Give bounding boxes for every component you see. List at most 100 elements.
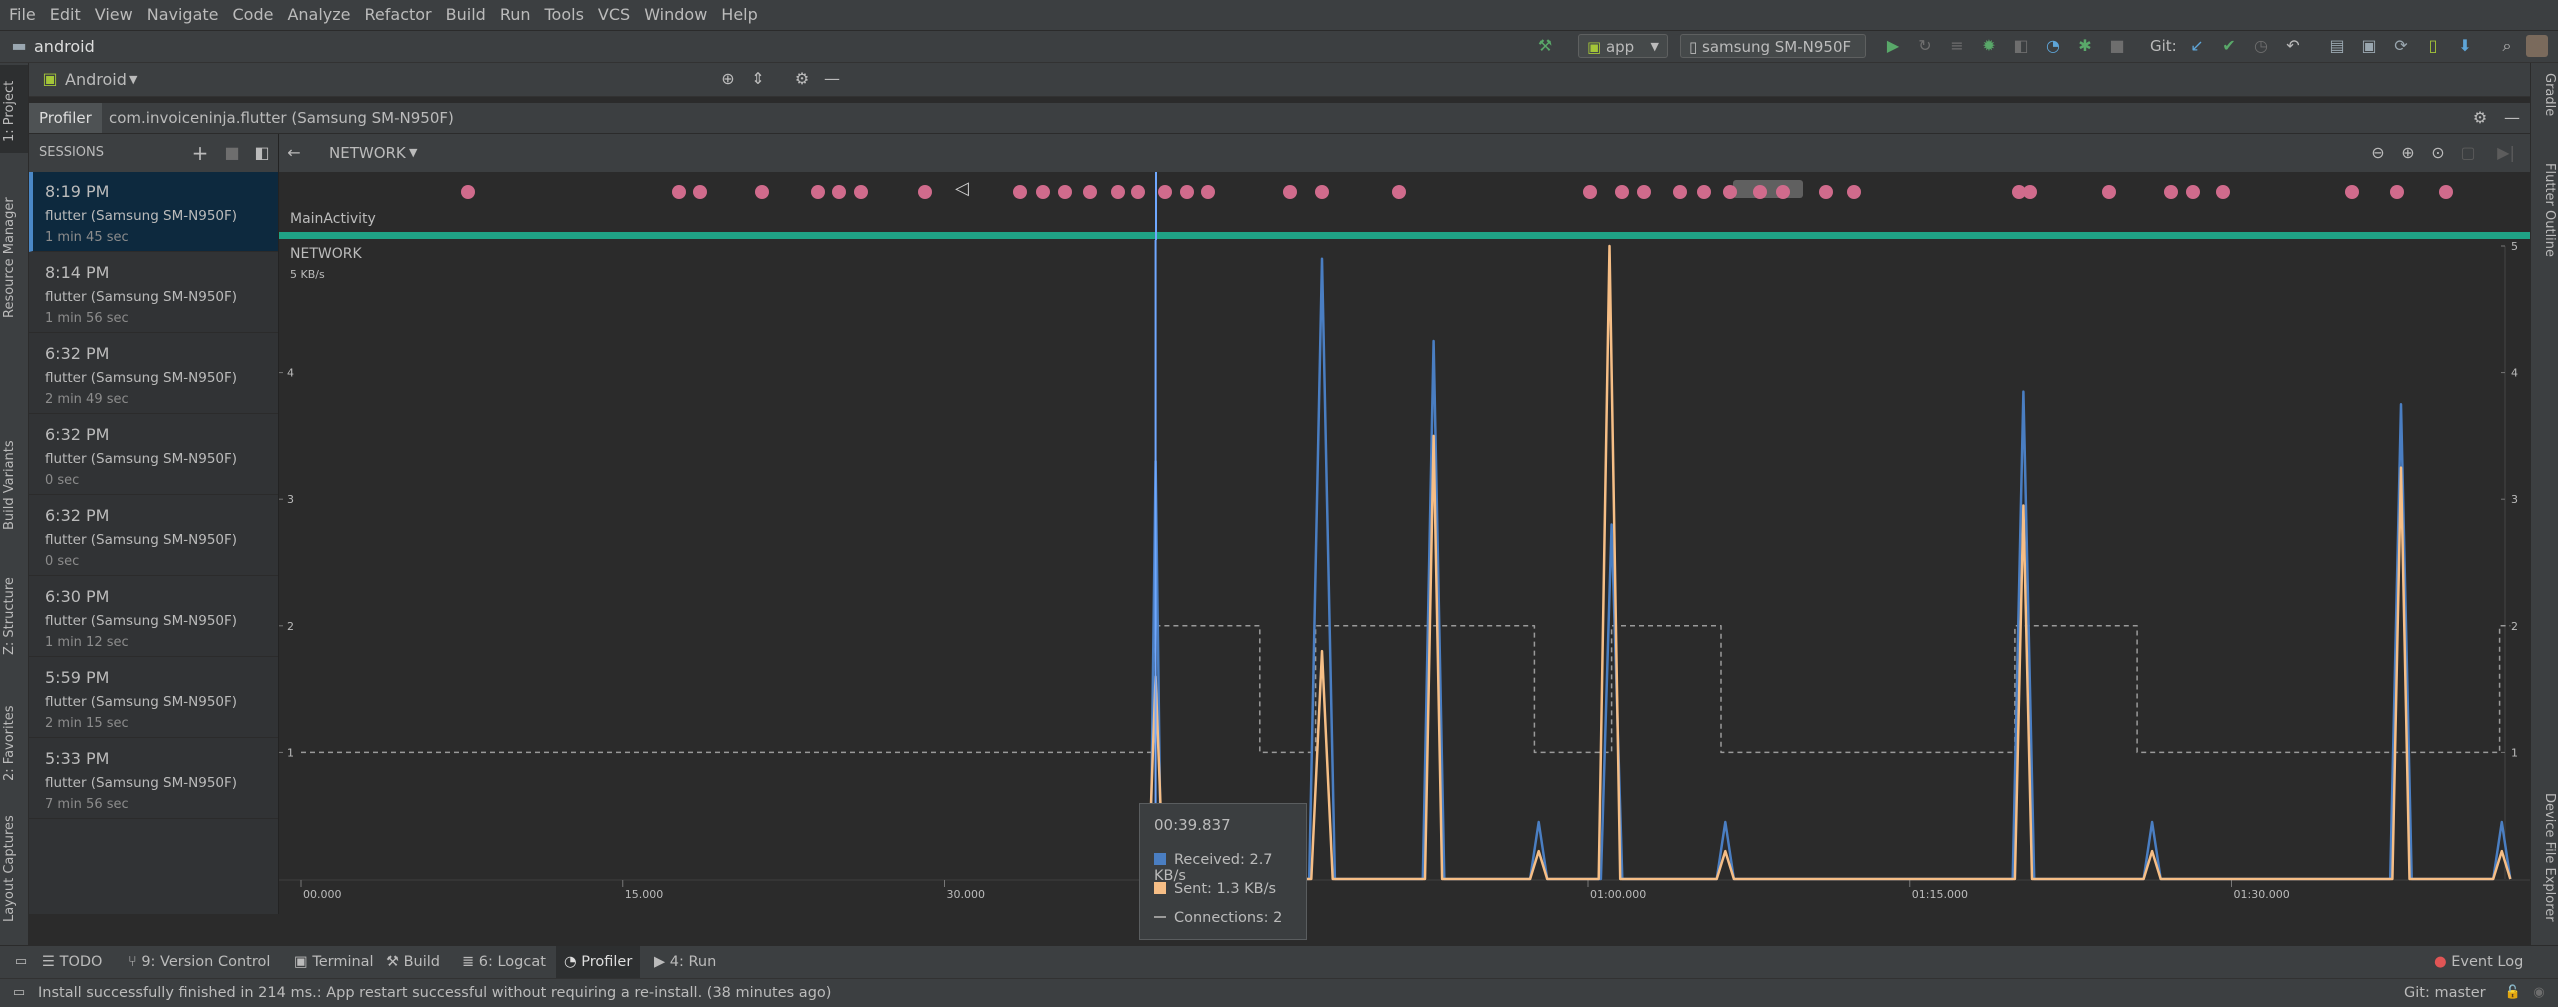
session-item[interactable]: 6:32 PM flutter (Samsung SM-N950F) 0 sec <box>29 496 278 576</box>
apply-code-changes-icon[interactable]: ≡ <box>1946 35 1968 57</box>
event-log-button[interactable]: ● Event Log <box>2434 946 2523 979</box>
git-commit-icon[interactable]: ✔ <box>2218 35 2240 57</box>
session-item[interactable]: 5:59 PM flutter (Samsung SM-N950F) 2 min 1… <box>29 658 278 738</box>
touch-event-dot[interactable] <box>1752 185 1767 199</box>
go-live-icon[interactable]: ▶| <box>2495 142 2517 164</box>
touch-event-dot[interactable] <box>1819 185 1834 199</box>
search-icon[interactable]: ⌕ <box>2496 35 2518 57</box>
toggle-tool-windows-icon[interactable]: ▭ <box>10 951 32 973</box>
touch-event-dot[interactable] <box>1057 185 1072 199</box>
session-item[interactable]: 6:32 PM flutter (Samsung SM-N950F) 2 min 4… <box>29 334 278 414</box>
tab-layout-captures[interactable]: Layout Captures <box>2 809 26 929</box>
apply-changes-icon[interactable]: ↻ <box>1914 35 1936 57</box>
tab-resource-manager[interactable]: Resource Manager <box>2 183 26 333</box>
lock-icon[interactable]: 🔓 <box>2502 982 2524 1004</box>
terminal-window-icon[interactable]: ▣ <box>2358 35 2380 57</box>
attach-debugger-icon[interactable]: ✱ <box>2074 35 2096 57</box>
profiler-process-label[interactable]: com.invoiceninja.flutter (Samsung SM-N95… <box>99 103 464 133</box>
touch-event-dot[interactable] <box>2022 185 2037 199</box>
gear-icon[interactable]: ⚙ <box>2469 107 2491 129</box>
back-arrow-icon[interactable]: ← <box>283 142 305 164</box>
add-session-icon[interactable]: + <box>189 142 211 164</box>
minimize-icon[interactable]: — <box>2501 107 2523 129</box>
menu-file[interactable]: File <box>2 0 43 30</box>
profiler-mode-select[interactable]: NETWORK <box>329 134 406 172</box>
session-item[interactable]: 5:33 PM flutter (Samsung SM-N950F) 7 min 5… <box>29 739 278 819</box>
zoom-to-selection-icon[interactable]: ▢ <box>2457 142 2479 164</box>
minimize-icon[interactable]: — <box>821 68 843 90</box>
touch-event-dot[interactable] <box>1696 185 1711 199</box>
touch-event-dot[interactable] <box>1083 185 1098 199</box>
avd-manager-icon[interactable]: ▯ <box>2422 35 2444 57</box>
project-view-selector[interactable]: Android <box>65 63 127 96</box>
tab-logcat[interactable]: ≣ 6: Logcat <box>462 946 546 979</box>
project-name[interactable]: android <box>34 31 95 62</box>
collapse-all-icon[interactable]: ⇕ <box>747 68 769 90</box>
session-item[interactable]: 6:32 PM flutter (Samsung SM-N950F) 0 sec <box>29 415 278 495</box>
touch-event-dot[interactable] <box>1036 185 1051 199</box>
menu-window[interactable]: Window <box>637 0 714 30</box>
tab-build[interactable]: ⚒ Build <box>386 946 440 979</box>
zoom-in-icon[interactable]: ⊕ <box>2397 142 2419 164</box>
touch-event-dot[interactable] <box>2344 185 2359 199</box>
tab-run[interactable]: ▶ 4: Run <box>654 946 716 979</box>
collapse-panel-icon[interactable]: ◧ <box>251 142 273 164</box>
reset-zoom-icon[interactable]: ⊙ <box>2427 142 2449 164</box>
device-select[interactable]: ▯ samsung SM-N950F ▼ <box>1680 34 1866 77</box>
tab-gradle[interactable]: Gradle <box>2533 73 2557 143</box>
touch-event-dot[interactable] <box>1201 185 1216 199</box>
tab-profiler-bottom[interactable]: ◔ Profiler <box>556 946 641 979</box>
chevron-down-icon[interactable]: ▼ <box>129 63 137 96</box>
git-history-icon[interactable]: ◷ <box>2250 35 2272 57</box>
touch-event-dot[interactable] <box>2389 185 2404 199</box>
touch-event-dot[interactable] <box>1012 185 1027 199</box>
stop-icon[interactable]: ■ <box>2106 35 2128 57</box>
coverage-icon[interactable]: ◧ <box>2010 35 2032 57</box>
menu-refactor[interactable]: Refactor <box>358 0 439 30</box>
tab-flutter-outline[interactable]: Flutter Outline <box>2533 163 2557 303</box>
menu-navigate[interactable]: Navigate <box>140 0 226 30</box>
stop-session-icon[interactable]: ■ <box>221 142 243 164</box>
touch-event-dot[interactable] <box>461 185 476 199</box>
sync-gradle-icon[interactable]: ⟳ <box>2390 35 2412 57</box>
avatar[interactable] <box>2526 35 2548 57</box>
session-item[interactable]: 6:30 PM flutter (Samsung SM-N950F) 1 min 1… <box>29 577 278 657</box>
touch-event-dot[interactable] <box>1636 185 1651 199</box>
network-plot[interactable]: 43215432100.00015.00030.00045.00001:00.0… <box>279 240 2530 914</box>
tab-profiler[interactable]: Profiler <box>29 103 102 133</box>
touch-event-dot[interactable] <box>1158 185 1173 199</box>
session-item[interactable]: 8:19 PM flutter (Samsung SM-N950F) 1 min 4… <box>29 172 278 252</box>
status-message[interactable]: Install successfully finished in 214 ms.… <box>38 979 831 1007</box>
menu-analyze[interactable]: Analyze <box>280 0 357 30</box>
touch-event-dot[interactable] <box>2164 185 2179 199</box>
touch-event-dot[interactable] <box>755 185 770 199</box>
status-panel-icon[interactable]: ▭ <box>8 982 30 1004</box>
git-update-icon[interactable]: ↙ <box>2186 35 2208 57</box>
touch-event-dot[interactable] <box>671 185 686 199</box>
touch-event-dot[interactable] <box>853 185 868 199</box>
tab-structure[interactable]: Z: Structure <box>2 571 26 661</box>
menu-view[interactable]: View <box>88 0 140 30</box>
tab-project[interactable]: 1: Project <box>2 71 26 151</box>
menu-run[interactable]: Run <box>493 0 538 30</box>
touch-event-dot[interactable] <box>2185 185 2200 199</box>
touch-event-dot[interactable] <box>1179 185 1194 199</box>
touch-event-dot[interactable] <box>1130 185 1145 199</box>
touch-event-dot[interactable] <box>1615 185 1630 199</box>
touch-event-dot[interactable] <box>1111 185 1126 199</box>
profile-icon[interactable]: ◔ <box>2042 35 2064 57</box>
memory-indicator-icon[interactable]: ◉ <box>2528 982 2550 1004</box>
tab-build-variants[interactable]: Build Variants <box>2 435 26 535</box>
touch-event-dot[interactable] <box>1282 185 1297 199</box>
build-hammer-icon[interactable]: ⚒ <box>1534 35 1556 57</box>
run-icon[interactable]: ▶ <box>1882 35 1904 57</box>
tab-version-control[interactable]: ⑂ 9: Version Control <box>128 946 270 979</box>
tab-favorites[interactable]: 2: Favorites <box>2 693 26 793</box>
touch-event-dot[interactable] <box>1583 185 1598 199</box>
gear-icon[interactable]: ⚙ <box>791 68 813 90</box>
touch-event-dot[interactable] <box>2439 185 2453 199</box>
menu-help[interactable]: Help <box>714 0 764 30</box>
zoom-out-icon[interactable]: ⊖ <box>2367 142 2389 164</box>
chevron-down-icon[interactable]: ▼ <box>409 134 417 172</box>
project-structure-icon[interactable]: ▤ <box>2326 35 2348 57</box>
